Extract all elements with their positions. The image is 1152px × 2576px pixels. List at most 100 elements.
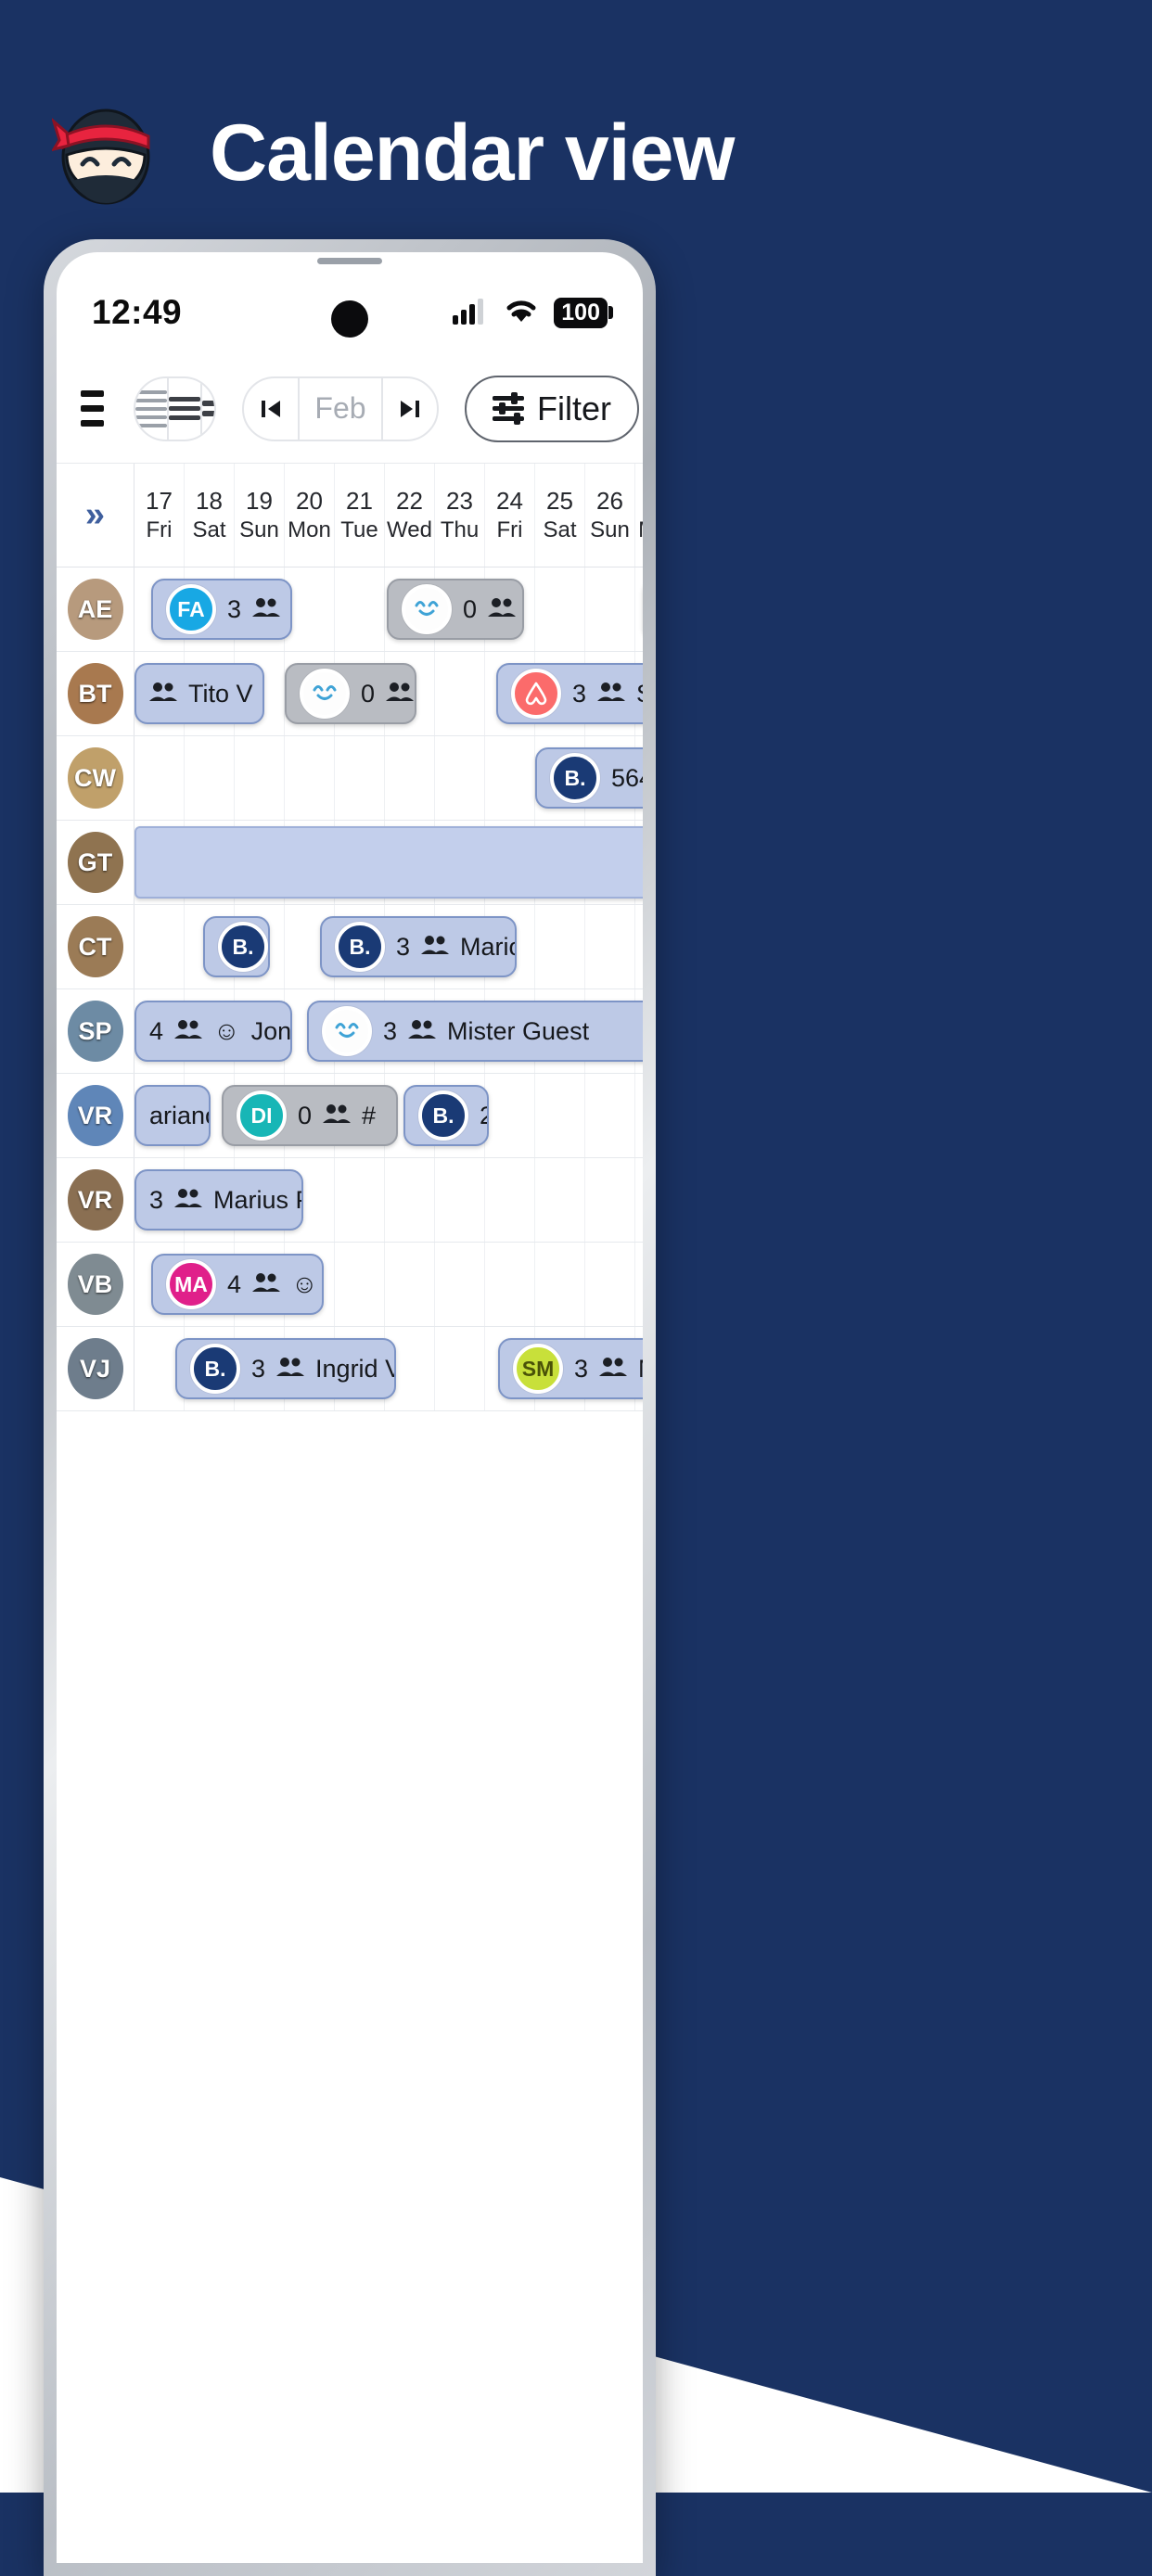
day-column-19[interactable]: 19 Sun bbox=[235, 464, 285, 567]
guest-count: 3 bbox=[574, 1354, 589, 1383]
channel-badge-booking: B. bbox=[335, 922, 385, 972]
avatar[interactable]: CT bbox=[67, 916, 123, 977]
day-column-25[interactable]: 25 Sat bbox=[535, 464, 585, 567]
booking-pill[interactable]: 3 San bbox=[496, 663, 643, 724]
day-column-17[interactable]: 17 Fri bbox=[134, 464, 185, 567]
day-column-27[interactable]: 27Mon bbox=[635, 464, 643, 567]
people-icon bbox=[421, 934, 450, 960]
booking-pill[interactable]: B. 3 Mario bbox=[320, 916, 517, 977]
row-timeline[interactable]: Tito V 0 3 San bbox=[134, 652, 643, 735]
booking-pill[interactable]: 4 ☺ Jon bbox=[134, 1001, 292, 1062]
row-header[interactable]: GT bbox=[57, 821, 134, 904]
day-number: 17 bbox=[146, 487, 173, 515]
booking-title: San bbox=[636, 680, 643, 708]
density-large-button[interactable] bbox=[201, 378, 214, 440]
next-month-button[interactable] bbox=[383, 378, 437, 440]
calendar-row: VJ B. 3 Ingrid Vi SM 3 Ma bbox=[57, 1327, 643, 1411]
booking-pill[interactable]: 3 Marius Pr bbox=[134, 1169, 303, 1231]
row-header[interactable]: CW bbox=[57, 736, 134, 820]
people-icon bbox=[597, 681, 626, 707]
booking-pill[interactable]: Tito V bbox=[134, 663, 264, 724]
day-column-18[interactable]: 18 Sat bbox=[185, 464, 235, 567]
booking-pill[interactable]: 0 bbox=[285, 663, 416, 724]
people-icon bbox=[386, 681, 415, 707]
row-timeline[interactable]: FA 3 0 bbox=[134, 567, 643, 651]
guest-count: 4 bbox=[227, 1269, 242, 1298]
booking-pill[interactable]: 0 bbox=[387, 579, 524, 640]
day-of-week: Fri bbox=[146, 517, 173, 542]
booking-pill[interactable]: ariano bbox=[134, 1085, 211, 1146]
channel-badge-cyan: FA bbox=[166, 584, 216, 634]
row-timeline[interactable]: MA 4 ☺ bbox=[134, 1243, 643, 1326]
guest-count: 4 bbox=[149, 1016, 164, 1045]
filter-button[interactable]: Filter bbox=[465, 375, 639, 442]
day-of-week: Mon bbox=[638, 517, 643, 543]
row-timeline[interactable]: 3 Marius Pr bbox=[134, 1158, 643, 1242]
booking-pill[interactable]: SM 3 Ma bbox=[498, 1338, 643, 1399]
prev-month-button[interactable] bbox=[244, 378, 298, 440]
booking-title: # bbox=[362, 1101, 377, 1129]
booking-pill[interactable] bbox=[134, 826, 643, 899]
booking-title: Jon bbox=[250, 1016, 292, 1045]
avatar[interactable]: VJ bbox=[67, 1338, 123, 1399]
channel-badge-booking: B. bbox=[418, 1090, 468, 1141]
phone-screen: 12:49 100 Feb Filter » 17 Fri 18 Sat 19 … bbox=[57, 252, 643, 2563]
guest-count: 2 bbox=[480, 1102, 487, 1130]
booking-pill[interactable]: B. 3 Ingrid Vi bbox=[175, 1338, 396, 1399]
day-number: 19 bbox=[246, 487, 273, 515]
day-column-21[interactable]: 21 Tue bbox=[335, 464, 385, 567]
row-header[interactable]: VR bbox=[57, 1158, 134, 1242]
booking-title: Ingrid Vi bbox=[315, 1354, 394, 1383]
day-column-23[interactable]: 23 Thu bbox=[435, 464, 485, 567]
booking-pill[interactable]: FA 3 bbox=[151, 579, 292, 640]
avatar[interactable]: BT bbox=[67, 663, 123, 724]
guest-count: 0 bbox=[361, 679, 376, 708]
channel-badge-booking: B. bbox=[218, 922, 268, 972]
row-timeline[interactable]: B. 564 bbox=[134, 736, 643, 820]
booking-pill[interactable]: 3 Mister Guest bbox=[307, 1001, 643, 1062]
density-medium-button[interactable] bbox=[168, 377, 202, 440]
row-header[interactable]: CT bbox=[57, 905, 134, 988]
booking-pill[interactable]: MA 4 ☺ bbox=[151, 1254, 324, 1315]
month-navigator[interactable]: Feb bbox=[242, 376, 439, 441]
day-column-26[interactable]: 26 Sun bbox=[585, 464, 635, 567]
expand-sidebar-button[interactable]: » bbox=[57, 464, 134, 567]
density-compact-button[interactable] bbox=[134, 377, 169, 440]
calendar-grid: » 17 Fri 18 Sat 19 Sun 20 Mon 21 Tue 22 Wed 23 Thu 24 F… bbox=[57, 464, 643, 1411]
booking-pill[interactable]: DI 0 # bbox=[222, 1085, 398, 1146]
row-timeline[interactable] bbox=[134, 821, 643, 904]
row-header[interactable]: VB bbox=[57, 1243, 134, 1326]
cellular-signal-icon bbox=[452, 297, 489, 329]
day-of-week: Mon bbox=[288, 517, 331, 542]
day-column-22[interactable]: 22 Wed bbox=[385, 464, 435, 567]
phone-frame: 12:49 100 Feb Filter » 17 Fri 18 Sat 19 … bbox=[44, 239, 656, 2576]
day-column-20[interactable]: 20 Mon bbox=[285, 464, 335, 567]
row-header[interactable]: VJ bbox=[57, 1327, 134, 1410]
row-timeline[interactable]: B. 3 Ingrid Vi SM 3 Ma bbox=[134, 1327, 643, 1410]
booking-pill[interactable]: B. 564 bbox=[535, 747, 643, 809]
booking-pill[interactable]: B. bbox=[203, 916, 270, 977]
avatar[interactable]: AE bbox=[67, 579, 123, 640]
calendar-row: GT bbox=[57, 821, 643, 905]
current-month-label[interactable]: Feb bbox=[298, 377, 383, 440]
avatar[interactable]: VR bbox=[67, 1085, 123, 1146]
avatar[interactable]: VB bbox=[67, 1254, 123, 1315]
battery-indicator: 100 bbox=[554, 297, 613, 328]
row-timeline[interactable]: 4 ☺ Jon 3 Mister Guest bbox=[134, 989, 643, 1073]
hamburger-menu-icon[interactable] bbox=[81, 390, 104, 427]
row-header[interactable]: SP bbox=[57, 989, 134, 1073]
row-header[interactable]: AE bbox=[57, 567, 134, 651]
guest-mood-icon: ☺ bbox=[213, 1016, 240, 1045]
avatar[interactable]: GT bbox=[67, 832, 123, 893]
density-toggle-group[interactable] bbox=[133, 376, 216, 441]
avatar[interactable]: VR bbox=[67, 1169, 123, 1231]
booking-pill[interactable]: B. 2 bbox=[403, 1085, 489, 1146]
people-icon bbox=[174, 1018, 203, 1044]
row-header[interactable]: BT bbox=[57, 652, 134, 735]
day-column-24[interactable]: 24 Fri bbox=[485, 464, 535, 567]
row-timeline[interactable]: B. B. 3 Mario bbox=[134, 905, 643, 988]
row-timeline[interactable]: ariano DI 0 # B. 2 bbox=[134, 1074, 643, 1157]
avatar[interactable]: CW bbox=[67, 747, 123, 809]
row-header[interactable]: VR bbox=[57, 1074, 134, 1157]
avatar[interactable]: SP bbox=[67, 1001, 123, 1062]
